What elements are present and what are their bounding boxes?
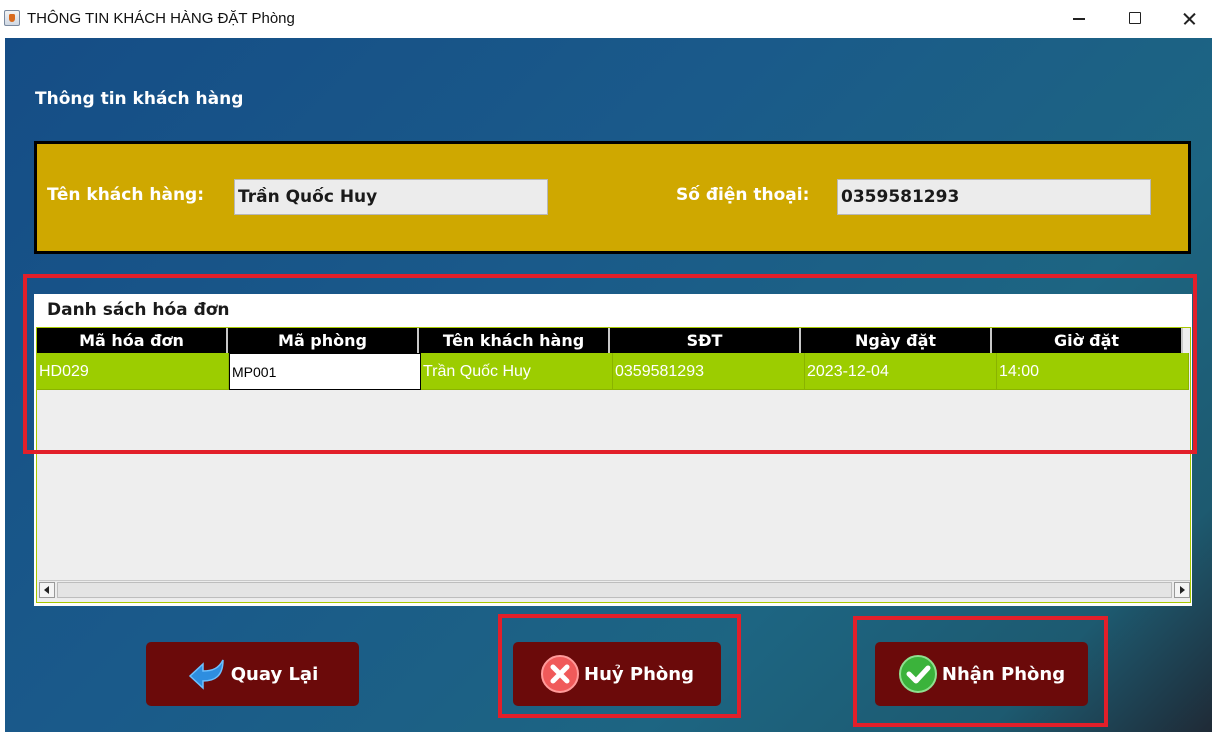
back-button[interactable]: Quay Lại: [146, 642, 359, 706]
cell-room-id-editor[interactable]: MP001: [229, 353, 421, 390]
window-title: THÔNG TIN KHÁCH HÀNG ĐẶT Phòng: [27, 10, 295, 27]
back-button-label: Quay Lại: [230, 663, 319, 685]
section-title: Thông tin khách hàng: [35, 89, 244, 109]
check-icon: [898, 655, 937, 693]
back-arrow-icon: [188, 659, 224, 690]
cell-booking-time[interactable]: 14:00: [997, 353, 1189, 390]
customer-info-panel: Tên khách hàng: Trần Quốc Huy Số điện th…: [34, 141, 1191, 254]
column-header-booking-date[interactable]: Ngày đặt: [801, 328, 992, 353]
horizontal-scrollbar[interactable]: [39, 580, 1190, 599]
phone-field[interactable]: 0359581293: [837, 179, 1151, 215]
cell-booking-date[interactable]: 2023-12-04: [805, 353, 997, 390]
scrollbar-track[interactable]: [57, 582, 1172, 598]
column-header-customer-name[interactable]: Tên khách hàng: [419, 328, 610, 353]
column-header-phone[interactable]: SĐT: [610, 328, 801, 353]
close-button[interactable]: [1162, 0, 1216, 38]
invoice-table-panel: Danh sách hóa đơn Mã hóa đơn Mã phòng Tê…: [34, 294, 1192, 606]
scroll-right-arrow-icon[interactable]: [1174, 582, 1190, 598]
cell-invoice-id[interactable]: HD029: [37, 353, 229, 390]
title-bar: THÔNG TIN KHÁCH HÀNG ĐẶT Phòng: [0, 0, 1216, 38]
cancel-x-icon: [541, 655, 580, 693]
cancel-room-button[interactable]: Huỷ Phòng: [513, 642, 721, 706]
maximize-button[interactable]: [1108, 0, 1162, 38]
column-header-invoice-id[interactable]: Mã hóa đơn: [37, 328, 228, 353]
cell-phone[interactable]: 0359581293: [613, 353, 805, 390]
scroll-left-arrow-icon[interactable]: [39, 582, 55, 598]
cancel-room-label: Huỷ Phòng: [584, 663, 694, 685]
invoice-table: Mã hóa đơn Mã phòng Tên khách hàng SĐT N…: [36, 327, 1191, 603]
customer-name-field[interactable]: Trần Quốc Huy: [234, 179, 548, 215]
phone-label: Số điện thoại:: [676, 185, 810, 205]
receive-room-label: Nhận Phòng: [941, 663, 1066, 685]
invoice-table-caption: Danh sách hóa đơn: [47, 300, 230, 320]
table-header: Mã hóa đơn Mã phòng Tên khách hàng SĐT N…: [37, 328, 1183, 353]
java-cup-icon: [4, 10, 20, 26]
table-row[interactable]: HD029 MP001 Trần Quốc Huy 0359581293 202…: [37, 353, 1189, 390]
receive-room-button[interactable]: Nhận Phòng: [875, 642, 1088, 706]
minimize-button[interactable]: [1052, 0, 1106, 38]
column-header-room-id[interactable]: Mã phòng: [228, 328, 419, 353]
cell-customer-name[interactable]: Trần Quốc Huy: [421, 353, 613, 390]
customer-name-label: Tên khách hàng:: [47, 185, 205, 205]
column-header-booking-time[interactable]: Giờ đặt: [992, 328, 1183, 353]
